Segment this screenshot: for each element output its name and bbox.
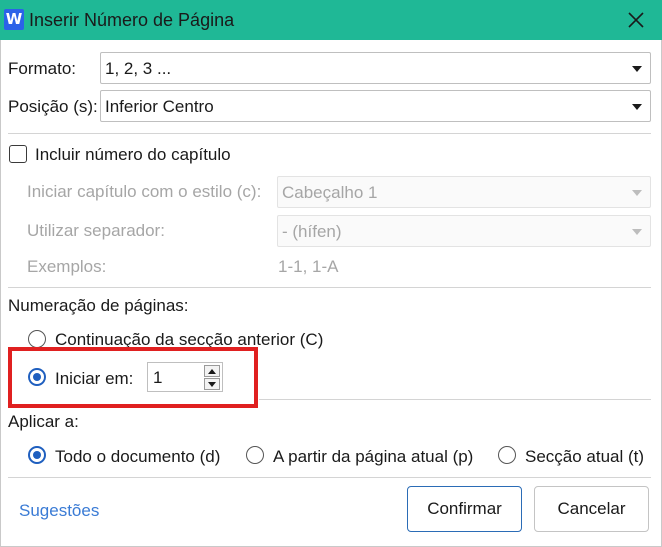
dialog-title: Inserir Número de Página [29, 10, 235, 30]
position-label: Posição (s): [8, 97, 98, 116]
suggestions-link[interactable]: Sugestões [19, 501, 99, 521]
position-value: Inferior Centro [105, 97, 214, 116]
divider [259, 399, 651, 400]
apply-current-section-label[interactable]: Secção atual (t) [525, 447, 644, 467]
confirm-button[interactable]: Confirmar [407, 486, 522, 532]
dialog-body: Formato: 1, 2, 3 ... Posição (s): Inferi… [0, 40, 662, 547]
cancel-button[interactable]: Cancelar [534, 486, 649, 532]
chevron-down-icon [632, 190, 642, 196]
examples-label: Exemplos: [27, 257, 107, 276]
divider [8, 287, 651, 288]
format-value: 1, 2, 3 ... [105, 59, 172, 78]
close-button[interactable] [620, 5, 652, 35]
chevron-down-icon [632, 104, 642, 110]
chapter-style-value: Cabeçalho 1 [282, 183, 378, 202]
include-chapter-label[interactable]: Incluir número do capítulo [35, 145, 231, 165]
divider [8, 133, 651, 134]
continue-numbering-radio[interactable] [28, 330, 46, 348]
format-label: Formato: [8, 59, 77, 78]
separator-select[interactable]: - (hífen) [277, 215, 651, 247]
apply-whole-document-label[interactable]: Todo o documento (d) [55, 447, 220, 467]
title-bar: W Inserir Número de Página [0, 0, 662, 40]
separator-label: Utilizar separador: [27, 221, 165, 240]
format-select[interactable]: 1, 2, 3 ... [100, 52, 651, 84]
apply-from-current-page-radio[interactable] [246, 446, 264, 464]
separator-value: - (hífen) [282, 222, 342, 241]
include-chapter-checkbox[interactable] [9, 145, 27, 163]
apply-whole-document-radio[interactable] [28, 446, 46, 464]
position-select[interactable]: Inferior Centro [100, 90, 651, 122]
examples-value: 1-1, 1-A [278, 257, 339, 276]
close-icon [628, 12, 644, 28]
highlight-box [8, 347, 258, 408]
page-numbering-heading: Numeração de páginas: [8, 296, 189, 315]
chevron-down-icon [632, 229, 642, 235]
word-app-icon: W [4, 9, 24, 30]
apply-to-heading: Aplicar a: [8, 412, 79, 431]
divider [8, 477, 651, 478]
chapter-style-select[interactable]: Cabeçalho 1 [277, 176, 651, 208]
chapter-style-label: Iniciar capítulo com o estilo (c): [27, 182, 262, 201]
chevron-down-icon [632, 66, 642, 72]
apply-from-current-page-label[interactable]: A partir da página atual (p) [273, 447, 473, 467]
apply-current-section-radio[interactable] [498, 446, 516, 464]
